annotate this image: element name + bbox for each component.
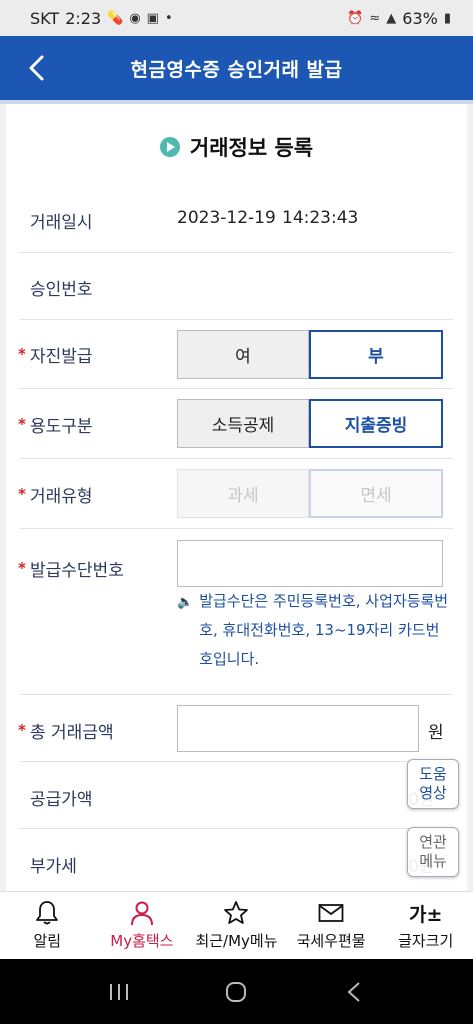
speaker-icon: 🔈 <box>177 595 194 610</box>
bottom-nav: 알림 My홈택스 최근/My메뉴 국세우편물 가± 글자크기 <box>0 891 473 959</box>
system-nav-bar <box>0 959 473 1024</box>
approval-number-label: 승인번호 <box>30 280 93 300</box>
home-button[interactable] <box>216 972 256 1012</box>
trade-date-value: 2023-12-19 <box>177 208 276 228</box>
app-header: 현금영수증 승인거래 발급 <box>0 36 473 104</box>
help-video-line1: 도움 <box>419 765 447 783</box>
nav-tax-mail-label: 국세우편물 <box>296 932 366 950</box>
status-left: SKT 2:23 💊 ◉ ▣ • <box>30 9 173 28</box>
help-video-button[interactable]: 도움 영상 <box>407 759 459 809</box>
status-right: ⏰ ≈ ▲ 63% ▮ <box>347 9 451 28</box>
required-mark: * <box>18 485 26 503</box>
back-button[interactable] <box>18 50 54 86</box>
trade-type-label: 거래유형 <box>30 487 93 507</box>
nav-recent-menu-label: 최근/My메뉴 <box>195 932 278 950</box>
nav-tax-mail[interactable]: 국세우편물 <box>284 892 379 959</box>
dot-icon: • <box>164 10 173 26</box>
wifi-icon: ≈ <box>369 10 381 26</box>
nav-my-hometax-label: My홈택스 <box>110 932 174 950</box>
trade-type-exempt-button[interactable]: 면세 <box>309 469 443 518</box>
row-trade-type: * 거래유형 과세 면세 <box>18 459 453 529</box>
required-mark: * <box>18 415 26 433</box>
nav-recent-menu[interactable]: 최근/My메뉴 <box>189 892 284 959</box>
main-content: 거래정보 등록 거래일시 2023-12-19 14:23:43 승인번호 * … <box>0 104 473 891</box>
self-issue-label: 자진발급 <box>30 347 93 367</box>
nav-text-size-label: 글자크기 <box>398 932 454 950</box>
total-amount-input[interactable] <box>177 705 419 752</box>
self-issue-no-button[interactable]: 부 <box>309 330 443 379</box>
row-self-issue: * 자진발급 여 부 <box>18 320 453 389</box>
chevron-left-icon <box>29 55 44 81</box>
nav-text-size[interactable]: 가± 글자크기 <box>378 892 473 959</box>
trade-type-toggle: 과세 면세 <box>177 469 443 518</box>
row-purpose: * 용도구분 소득공제 지출증빙 <box>18 389 453 459</box>
text-size-icon: 가± <box>408 903 443 926</box>
row-trade-datetime: 거래일시 2023-12-19 14:23:43 <box>20 186 453 253</box>
issue-means-help-text: 발급수단은 주민등록번호, 사업자등록번호, 휴대전화번호, 13~19자리 카… <box>199 592 449 668</box>
issue-means-label: 발급수단번호 <box>30 561 124 581</box>
system-back-button[interactable] <box>334 972 374 1012</box>
section-title: 거래정보 등록 <box>0 132 473 162</box>
nav-my-hometax[interactable]: My홈택스 <box>95 892 190 959</box>
supply-amount-label: 공급가액 <box>30 790 93 810</box>
row-approval-number: 승인번호 <box>20 253 453 320</box>
person-icon <box>130 900 154 926</box>
required-mark: * <box>18 345 26 363</box>
battery-icon: ▮ <box>443 10 451 26</box>
nav-notifications[interactable]: 알림 <box>0 892 95 959</box>
total-amount-unit: 원 <box>428 723 444 743</box>
talk-icon: ◉ <box>129 10 141 26</box>
pill-icon: 💊 <box>107 10 124 26</box>
left-gutter <box>0 104 6 891</box>
bell-icon <box>35 900 59 926</box>
row-total-amount: * 총 거래금액 원 <box>18 695 453 762</box>
related-menu-button[interactable]: 연관 메뉴 <box>407 827 459 877</box>
image-icon: ▣ <box>146 10 159 26</box>
right-gutter <box>467 104 473 891</box>
status-bar: SKT 2:23 💊 ◉ ▣ • ⏰ ≈ ▲ 63% ▮ <box>0 0 473 36</box>
purpose-label: 용도구분 <box>30 417 93 437</box>
required-mark: * <box>18 721 26 739</box>
recent-apps-button[interactable] <box>99 972 139 1012</box>
row-issue-means: * 발급수단번호 🔈 발급수단은 주민등록번호, 사업자등록번호, 휴대전화번호… <box>18 529 453 695</box>
play-circle-icon <box>159 137 180 157</box>
alarm-icon: ⏰ <box>347 10 364 26</box>
self-issue-yes-button[interactable]: 여 <box>177 330 309 379</box>
total-amount-label: 총 거래금액 <box>30 723 114 743</box>
issue-means-help: 🔈 발급수단은 주민등록번호, 사업자등록번호, 휴대전화번호, 13~19자리… <box>177 587 453 674</box>
home-icon <box>226 981 247 1002</box>
vat-label: 부가세 <box>30 857 77 877</box>
purpose-toggle: 소득공제 지출증빙 <box>177 399 443 448</box>
row-vat: 부가세 0원 <box>20 829 453 891</box>
star-icon <box>223 900 249 926</box>
nav-notifications-label: 알림 <box>33 932 62 950</box>
mail-icon <box>318 900 344 926</box>
recent-apps-icon <box>109 983 128 1000</box>
signal-icon: ▲ <box>386 10 397 26</box>
section-title-text: 거래정보 등록 <box>189 136 314 160</box>
required-mark: * <box>18 559 26 577</box>
back-arrow-icon <box>347 981 360 1002</box>
purpose-income-deduction-button[interactable]: 소득공제 <box>177 399 309 448</box>
help-video-line2: 영상 <box>419 784 447 802</box>
related-menu-line1: 연관 <box>419 833 447 851</box>
row-supply-amount: 공급가액 0원 <box>20 762 453 829</box>
self-issue-toggle: 여 부 <box>177 330 443 379</box>
carrier: SKT <box>30 8 60 28</box>
issue-means-input[interactable] <box>177 540 443 587</box>
trade-type-taxable-button[interactable]: 과세 <box>177 469 309 518</box>
battery-level: 63% <box>402 8 438 28</box>
clock: 2:23 <box>65 8 102 28</box>
trade-time-value: 14:23:43 <box>282 208 359 228</box>
page-title: 현금영수증 승인거래 발급 <box>130 58 343 81</box>
trade-datetime-label: 거래일시 <box>30 213 93 233</box>
related-menu-line2: 메뉴 <box>419 852 447 870</box>
purpose-expense-proof-button[interactable]: 지출증빙 <box>309 399 443 448</box>
